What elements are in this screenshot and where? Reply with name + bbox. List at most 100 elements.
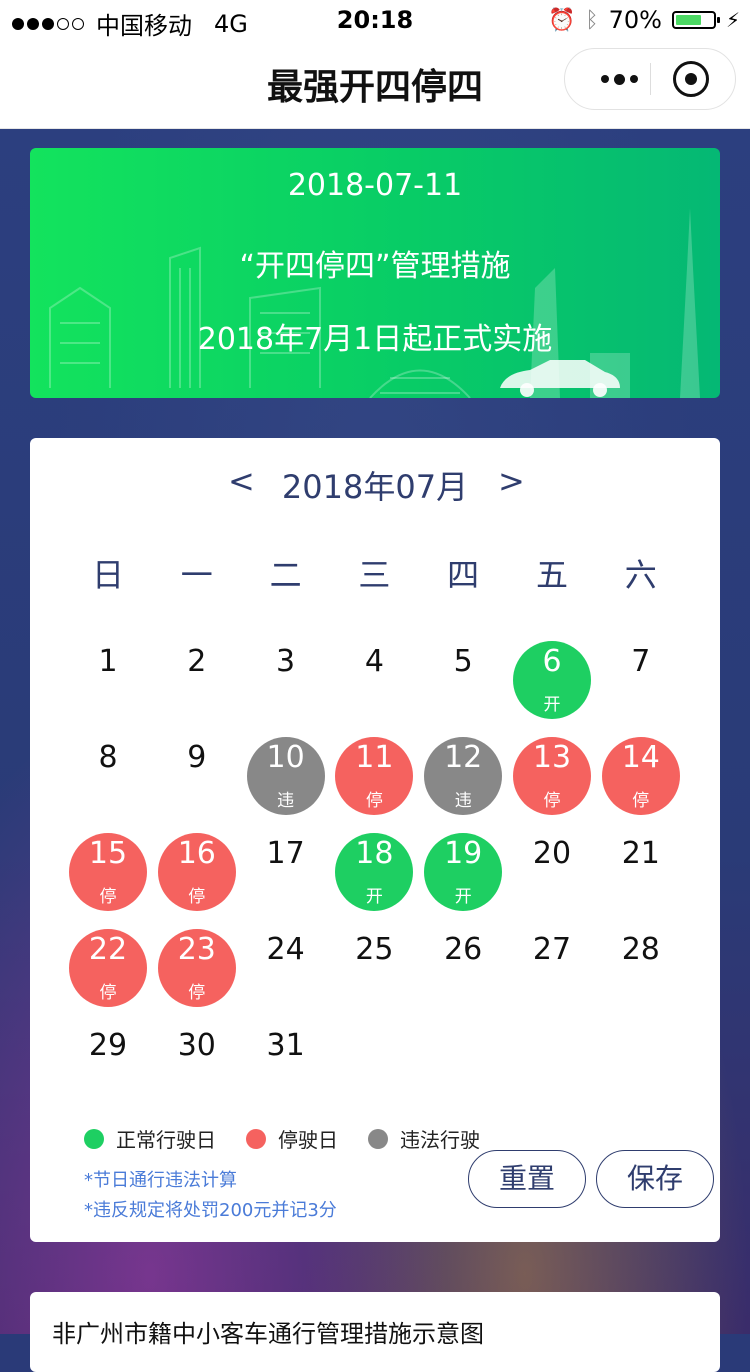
day-number: 6 [542,644,562,679]
day-number: 23 [177,932,216,967]
battery-fill [675,15,702,25]
previous-month-button[interactable]: < [228,462,255,500]
day-number: 3 [276,644,296,679]
legend-item-open: 正常行驶日 [84,1124,216,1153]
target-close-icon[interactable] [673,61,709,97]
day-status-label: 停 [188,887,206,907]
day-status-label: 停 [99,887,117,907]
calendar-day-13[interactable]: 13 停 [508,734,596,830]
calendar-day-15[interactable]: 15 停 [64,830,152,926]
calendar-day-23[interactable]: 23 停 [153,926,241,1022]
day-number: 13 [532,740,572,775]
calendar-day-8[interactable]: 8 [64,734,152,830]
legend-item-illegal: 违法行驶 [368,1124,480,1153]
day-number: 8 [98,740,118,775]
day-number: 7 [631,644,651,679]
calendar-day-2[interactable]: 2 [153,638,241,734]
calendar-day-14[interactable]: 14 停 [597,734,685,830]
banner-subline: 2018年7月1日起正式实施 [197,322,553,357]
legend-dot-open [84,1128,104,1149]
map-diagram-card[interactable]: 非广州市籍中小客车通行管理措施示意图 [30,1292,720,1372]
calendar-day-31[interactable]: 31 [242,1022,330,1118]
day-status-label: 停 [365,791,383,811]
day-number: 18 [355,836,394,871]
next-month-button[interactable]: > [498,462,525,500]
policy-banner[interactable]: 2018-07-11 “开四停四”管理措施 2018年7月1日起正式实施 [30,148,720,398]
calendar-day-21[interactable]: 21 [597,830,685,926]
day-status-label: 开 [543,695,561,715]
day-status-label: 开 [365,887,383,907]
day-number: 5 [453,644,473,679]
calendar-day-26[interactable]: 26 [419,926,507,1022]
legend: 正常行驶日 停驶日 违法行驶 [84,1124,510,1153]
holiday-note: *节日通行违法计算 [84,1170,237,1191]
calendar-day-16[interactable]: 16 停 [153,830,241,926]
calendar-day-17[interactable]: 17 [242,830,330,926]
day-number: 31 [266,1028,305,1063]
day-status-label: 停 [632,791,650,811]
bluetooth-icon: ᛒ [585,7,599,33]
reset-button[interactable]: 重置 [468,1150,586,1208]
calendar-day-6[interactable]: 6开 [508,638,596,734]
day-number: 10 [266,740,305,775]
calendar-day-22[interactable]: 22 停 [64,926,152,1022]
legend-dot-illegal [368,1128,388,1149]
save-button[interactable]: 保存 [596,1150,714,1208]
calendar-day-30[interactable]: 30 [153,1022,241,1118]
weekday-label: 五 [535,556,568,594]
calendar-day-19[interactable]: 19 开 [419,830,507,926]
legend-label-open: 正常行驶日 [116,1128,216,1152]
day-number: 17 [266,836,305,871]
calendar-day-7[interactable]: 7 [597,638,685,734]
day-number: 27 [532,932,572,967]
weekday-label: 一 [180,556,213,594]
map-diagram-title: 非广州市籍中小客车通行管理措施示意图 [52,1320,484,1348]
weekday-label: 六 [624,556,657,594]
day-status-label: 停 [543,791,561,811]
calendar-day-10[interactable]: 10 违 [242,734,330,830]
calendar-day-28[interactable]: 28 [597,926,685,1022]
day-number: 11 [355,740,394,775]
day-number: 30 [177,1028,216,1063]
banner-date: 2018-07-11 [287,168,463,203]
day-number: 24 [266,932,305,967]
weekday-label: 二 [269,556,302,594]
legend-dot-stop [246,1128,266,1149]
legend-item-stop: 停驶日 [246,1124,338,1153]
day-number: 21 [621,836,660,871]
day-number: 25 [355,932,394,967]
day-status-label: 停 [188,983,206,1003]
calendar-day-5[interactable]: 5 [419,638,507,734]
day-number: 22 [88,932,128,967]
calendar-card: < 2018年07月 > 日一二三四五六 1 2 3 4 5 6 开 7 8 9 10 违 11 停 12 违… [30,438,720,1242]
calendar-day-18[interactable]: 18 开 [330,830,418,926]
day-number: 9 [187,740,207,775]
calendar-day-1[interactable]: 1 [64,638,152,734]
legend-label-illegal: 违法行驶 [400,1128,480,1152]
day-status-label: 违 [454,791,472,811]
calendar-header: < 2018年07月 > [30,462,720,506]
calendar-day-24[interactable]: 24 [242,926,330,1022]
day-number: 19 [444,836,483,871]
day-number: 1 [98,644,118,679]
month-label: 2018年07月 [281,468,469,506]
penalty-note: *违反规定将处罚200元并记3分 [84,1200,337,1221]
mini-program-capsule [564,48,736,110]
banner-headline: “开四停四”管理措施 [239,249,511,284]
calendar-day-4[interactable]: 4 [330,638,418,734]
charging-icon: ⚡ [725,8,740,32]
more-dots-icon[interactable] [587,49,651,109]
calendar-day-3[interactable]: 3 [242,638,330,734]
calendar-day-11[interactable]: 11 停 [330,734,418,830]
calendar-day-29[interactable]: 29 [64,1022,152,1118]
calendar-day-12[interactable]: 12 违 [419,734,507,830]
calendar-day-9[interactable]: 9 [153,734,241,830]
day-number: 4 [364,644,384,679]
day-number: 26 [444,932,483,967]
calendar-day-25[interactable]: 25 [330,926,418,1022]
day-number: 16 [177,836,216,871]
calendar-day-20[interactable]: 20 [508,830,596,926]
weekday-header-row: 日一二三四五六 [64,550,686,594]
calendar-days-grid: 1 2 3 4 5 6 开 7 8 9 10 违 11 停 12 违 13 停 14 停 15 停 16 停 17 18 开 19 开 2… [64,638,686,1118]
calendar-day-27[interactable]: 27 [508,926,596,1022]
